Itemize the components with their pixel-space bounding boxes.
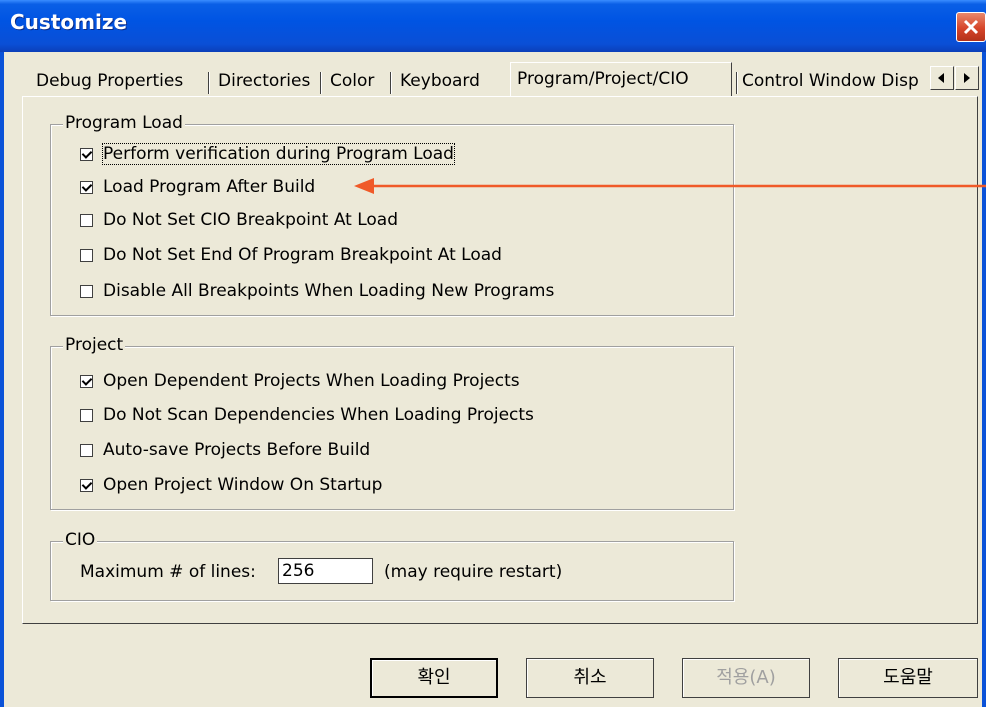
- restart-note: (may require restart): [384, 562, 563, 582]
- tab-separator: [320, 72, 321, 94]
- checkbox-disable-all-breakpoints[interactable]: Disable All Breakpoints When Loading New…: [80, 280, 554, 302]
- checkbox-no-cio-breakpoint[interactable]: Do Not Set CIO Breakpoint At Load: [80, 209, 398, 231]
- tab-separator: [736, 72, 737, 94]
- checkbox-box[interactable]: [80, 284, 93, 298]
- tab-color[interactable]: Color: [330, 66, 374, 96]
- checkbox-box[interactable]: [80, 374, 93, 388]
- ok-button[interactable]: 확인: [370, 658, 498, 698]
- tab-scroll-left-button[interactable]: [930, 66, 954, 90]
- checkbox-box[interactable]: [80, 248, 93, 262]
- right-arrow-icon: [964, 73, 970, 83]
- tab-program-project-cio[interactable]: Program/Project/CIO: [510, 62, 732, 96]
- project-label: Project: [63, 335, 126, 355]
- program-load-label: Program Load: [63, 113, 185, 133]
- apply-button[interactable]: 적용(A): [682, 658, 810, 698]
- checkbox-label: Load Program After Build: [103, 177, 316, 197]
- left-arrow-icon: [938, 73, 944, 83]
- checkbox-box[interactable]: [80, 213, 93, 227]
- checkbox-box[interactable]: [80, 443, 93, 457]
- checkbox-box[interactable]: [80, 408, 93, 422]
- max-lines-input[interactable]: [278, 558, 373, 584]
- checkbox-open-project-window[interactable]: Open Project Window On Startup: [80, 474, 382, 496]
- tab-debug-properties[interactable]: Debug Properties: [36, 66, 183, 96]
- tab-directories[interactable]: Directories: [218, 66, 310, 96]
- tab-scroll-right-button[interactable]: [955, 66, 979, 90]
- checkbox-do-not-scan-dependencies[interactable]: Do Not Scan Dependencies When Loading Pr…: [80, 404, 534, 426]
- tab-separator: [390, 72, 391, 94]
- window-frame-left: [0, 52, 4, 707]
- checkbox-label: Do Not Scan Dependencies When Loading Pr…: [103, 405, 534, 425]
- cio-label: CIO: [63, 530, 98, 550]
- checkbox-label: Do Not Set End Of Program Breakpoint At …: [103, 245, 502, 265]
- tab-control-window-display[interactable]: Control Window Disp: [742, 66, 928, 96]
- checkbox-open-dependent-projects[interactable]: Open Dependent Projects When Loading Pro…: [80, 370, 520, 392]
- checkbox-label: Auto-save Projects Before Build: [103, 440, 371, 460]
- title-bar: Customize: [0, 0, 986, 52]
- checkbox-auto-save-projects[interactable]: Auto-save Projects Before Build: [80, 439, 370, 461]
- checkbox-label: Perform verification during Program Load: [102, 143, 455, 165]
- tab-keyboard[interactable]: Keyboard: [400, 66, 480, 96]
- help-button[interactable]: 도움말: [838, 658, 978, 698]
- checkbox-perform-verification[interactable]: Perform verification during Program Load: [80, 143, 455, 165]
- checkbox-label: Open Dependent Projects When Loading Pro…: [103, 371, 520, 391]
- cancel-button[interactable]: 취소: [526, 658, 654, 698]
- checkbox-load-program-after-build[interactable]: Load Program After Build: [80, 176, 315, 198]
- checkbox-label: Do Not Set CIO Breakpoint At Load: [103, 210, 399, 230]
- tab-separator: [208, 72, 209, 94]
- checkbox-box[interactable]: [80, 147, 93, 161]
- close-icon: [963, 19, 979, 35]
- checkbox-label: Disable All Breakpoints When Loading New…: [103, 281, 555, 301]
- window-frame-right: [982, 52, 986, 707]
- checkbox-box[interactable]: [80, 478, 93, 492]
- window-title: Customize: [10, 10, 128, 34]
- annotation-arrow-icon: [354, 178, 986, 194]
- checkbox-box[interactable]: [80, 180, 93, 194]
- tab-strip: Debug Properties Directories Color Keybo…: [26, 62, 986, 96]
- max-lines-label: Maximum # of lines:: [80, 562, 256, 582]
- checkbox-label: Open Project Window On Startup: [103, 475, 383, 495]
- tab-scroll-arrows: [930, 66, 980, 92]
- checkbox-no-end-breakpoint[interactable]: Do Not Set End Of Program Breakpoint At …: [80, 244, 502, 266]
- close-button[interactable]: [956, 12, 986, 42]
